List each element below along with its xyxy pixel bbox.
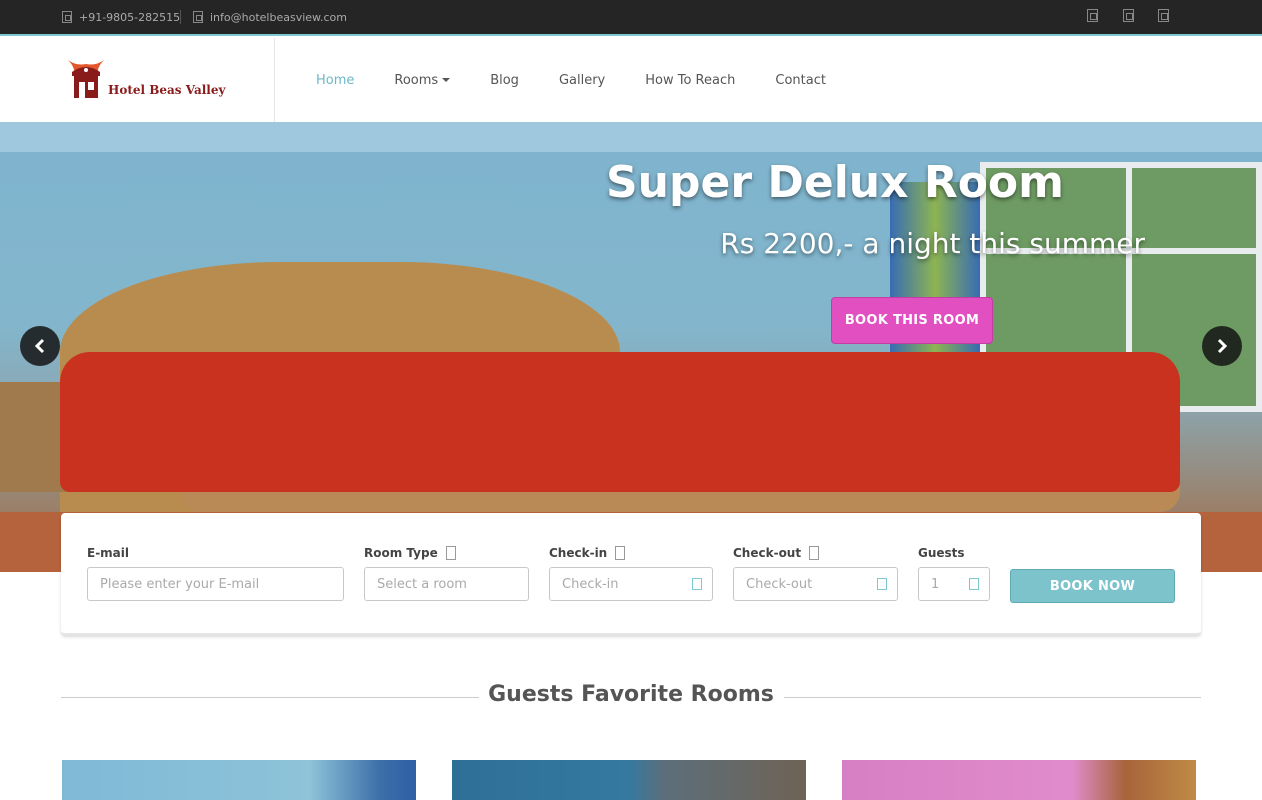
divider [180,10,181,24]
hero-image-ceiling [0,122,1262,152]
google-plus-icon[interactable] [1158,9,1169,22]
room-card-image[interactable] [62,760,416,800]
stepper-icon [969,578,979,590]
phone-number: +91-9805-282515 [79,10,181,24]
email-contact[interactable]: info@hotelbeasview.com [193,0,347,34]
phone-icon [62,11,72,23]
room-type-label: Room Type [364,546,438,560]
slider-prev-button[interactable] [20,326,60,366]
top-bar: +91-9805-282515 info@hotelbeasview.com [0,0,1262,36]
twitter-icon[interactable] [1123,9,1134,22]
guests-value: 1 [931,576,940,592]
room-card-image[interactable] [842,760,1196,800]
email-group: E-mail Please enter your E-mail [87,545,344,601]
envelope-icon [193,11,203,23]
guests-group: Guests 1 [918,545,990,601]
hero-title: Super Delux Room [605,157,1065,208]
checkin-label: Check-in [549,546,608,560]
nav-how-to-reach[interactable]: How To Reach [645,73,735,88]
chevron-left-icon [34,338,45,354]
book-now-button[interactable]: BOOK NOW [1010,569,1175,603]
guests-stepper[interactable]: 1 [918,567,990,601]
section-title: Guests Favorite Rooms [488,682,774,707]
nav-blog[interactable]: Blog [490,73,519,88]
caret-down-icon [442,78,451,82]
nav-home[interactable]: Home [316,73,354,88]
facebook-icon[interactable] [1087,9,1098,22]
checkout-placeholder: Check-out [746,576,813,592]
room-card-image[interactable] [452,760,806,800]
logo-text: Hotel Beas Valley [108,83,226,97]
checkin-group: Check-in Check-in [549,545,713,601]
checkin-input[interactable]: Check-in [549,567,713,601]
hero-subtitle: Rs 2200,- a night this summer [720,227,1145,260]
email-address: info@hotelbeasview.com [210,10,348,24]
checkout-label: Check-out [733,546,802,560]
calendar-icon [877,578,887,590]
checkout-input[interactable]: Check-out [733,567,898,601]
guests-label: Guests [918,546,965,560]
info-icon [615,546,626,560]
room-type-label-row: Room Type [364,545,529,561]
nav-contact[interactable]: Contact [775,73,826,88]
checkout-group: Check-out Check-out [733,545,898,601]
checkout-label-row: Check-out [733,545,898,561]
checkin-label-row: Check-in [549,545,713,561]
calendar-icon [692,578,702,590]
hero-slider: Super Delux Room Rs 2200,- a night this … [0,122,1262,572]
info-icon [809,546,820,560]
site-header: Hotel Beas Valley Home Rooms Blog Galler… [0,38,1262,122]
book-this-room-button[interactable]: BOOK THIS ROOM [831,297,993,344]
email-field[interactable]: Please enter your E-mail [87,567,344,601]
chevron-right-icon [1217,338,1228,354]
info-icon [445,546,456,560]
room-type-select[interactable]: Select a room [364,567,529,601]
phone-contact[interactable]: +91-9805-282515 [62,0,180,34]
room-type-group: Room Type Select a room [364,545,529,601]
nav-gallery[interactable]: Gallery [559,73,605,88]
hero-image-bed [60,352,1180,492]
logo-mark-icon [68,60,104,98]
logo-area: Hotel Beas Valley [0,38,275,122]
slider-next-button[interactable] [1202,326,1242,366]
email-label: E-mail [87,546,130,560]
booking-form: E-mail Please enter your E-mail Room Typ… [61,513,1201,635]
nav-rooms-label: Rooms [394,72,439,88]
nav-rooms[interactable]: Rooms [394,72,451,88]
hotel-logo[interactable]: Hotel Beas Valley [66,58,225,100]
checkin-placeholder: Check-in [562,576,619,592]
main-nav: Home Rooms Blog Gallery How To Reach Con… [316,38,866,122]
